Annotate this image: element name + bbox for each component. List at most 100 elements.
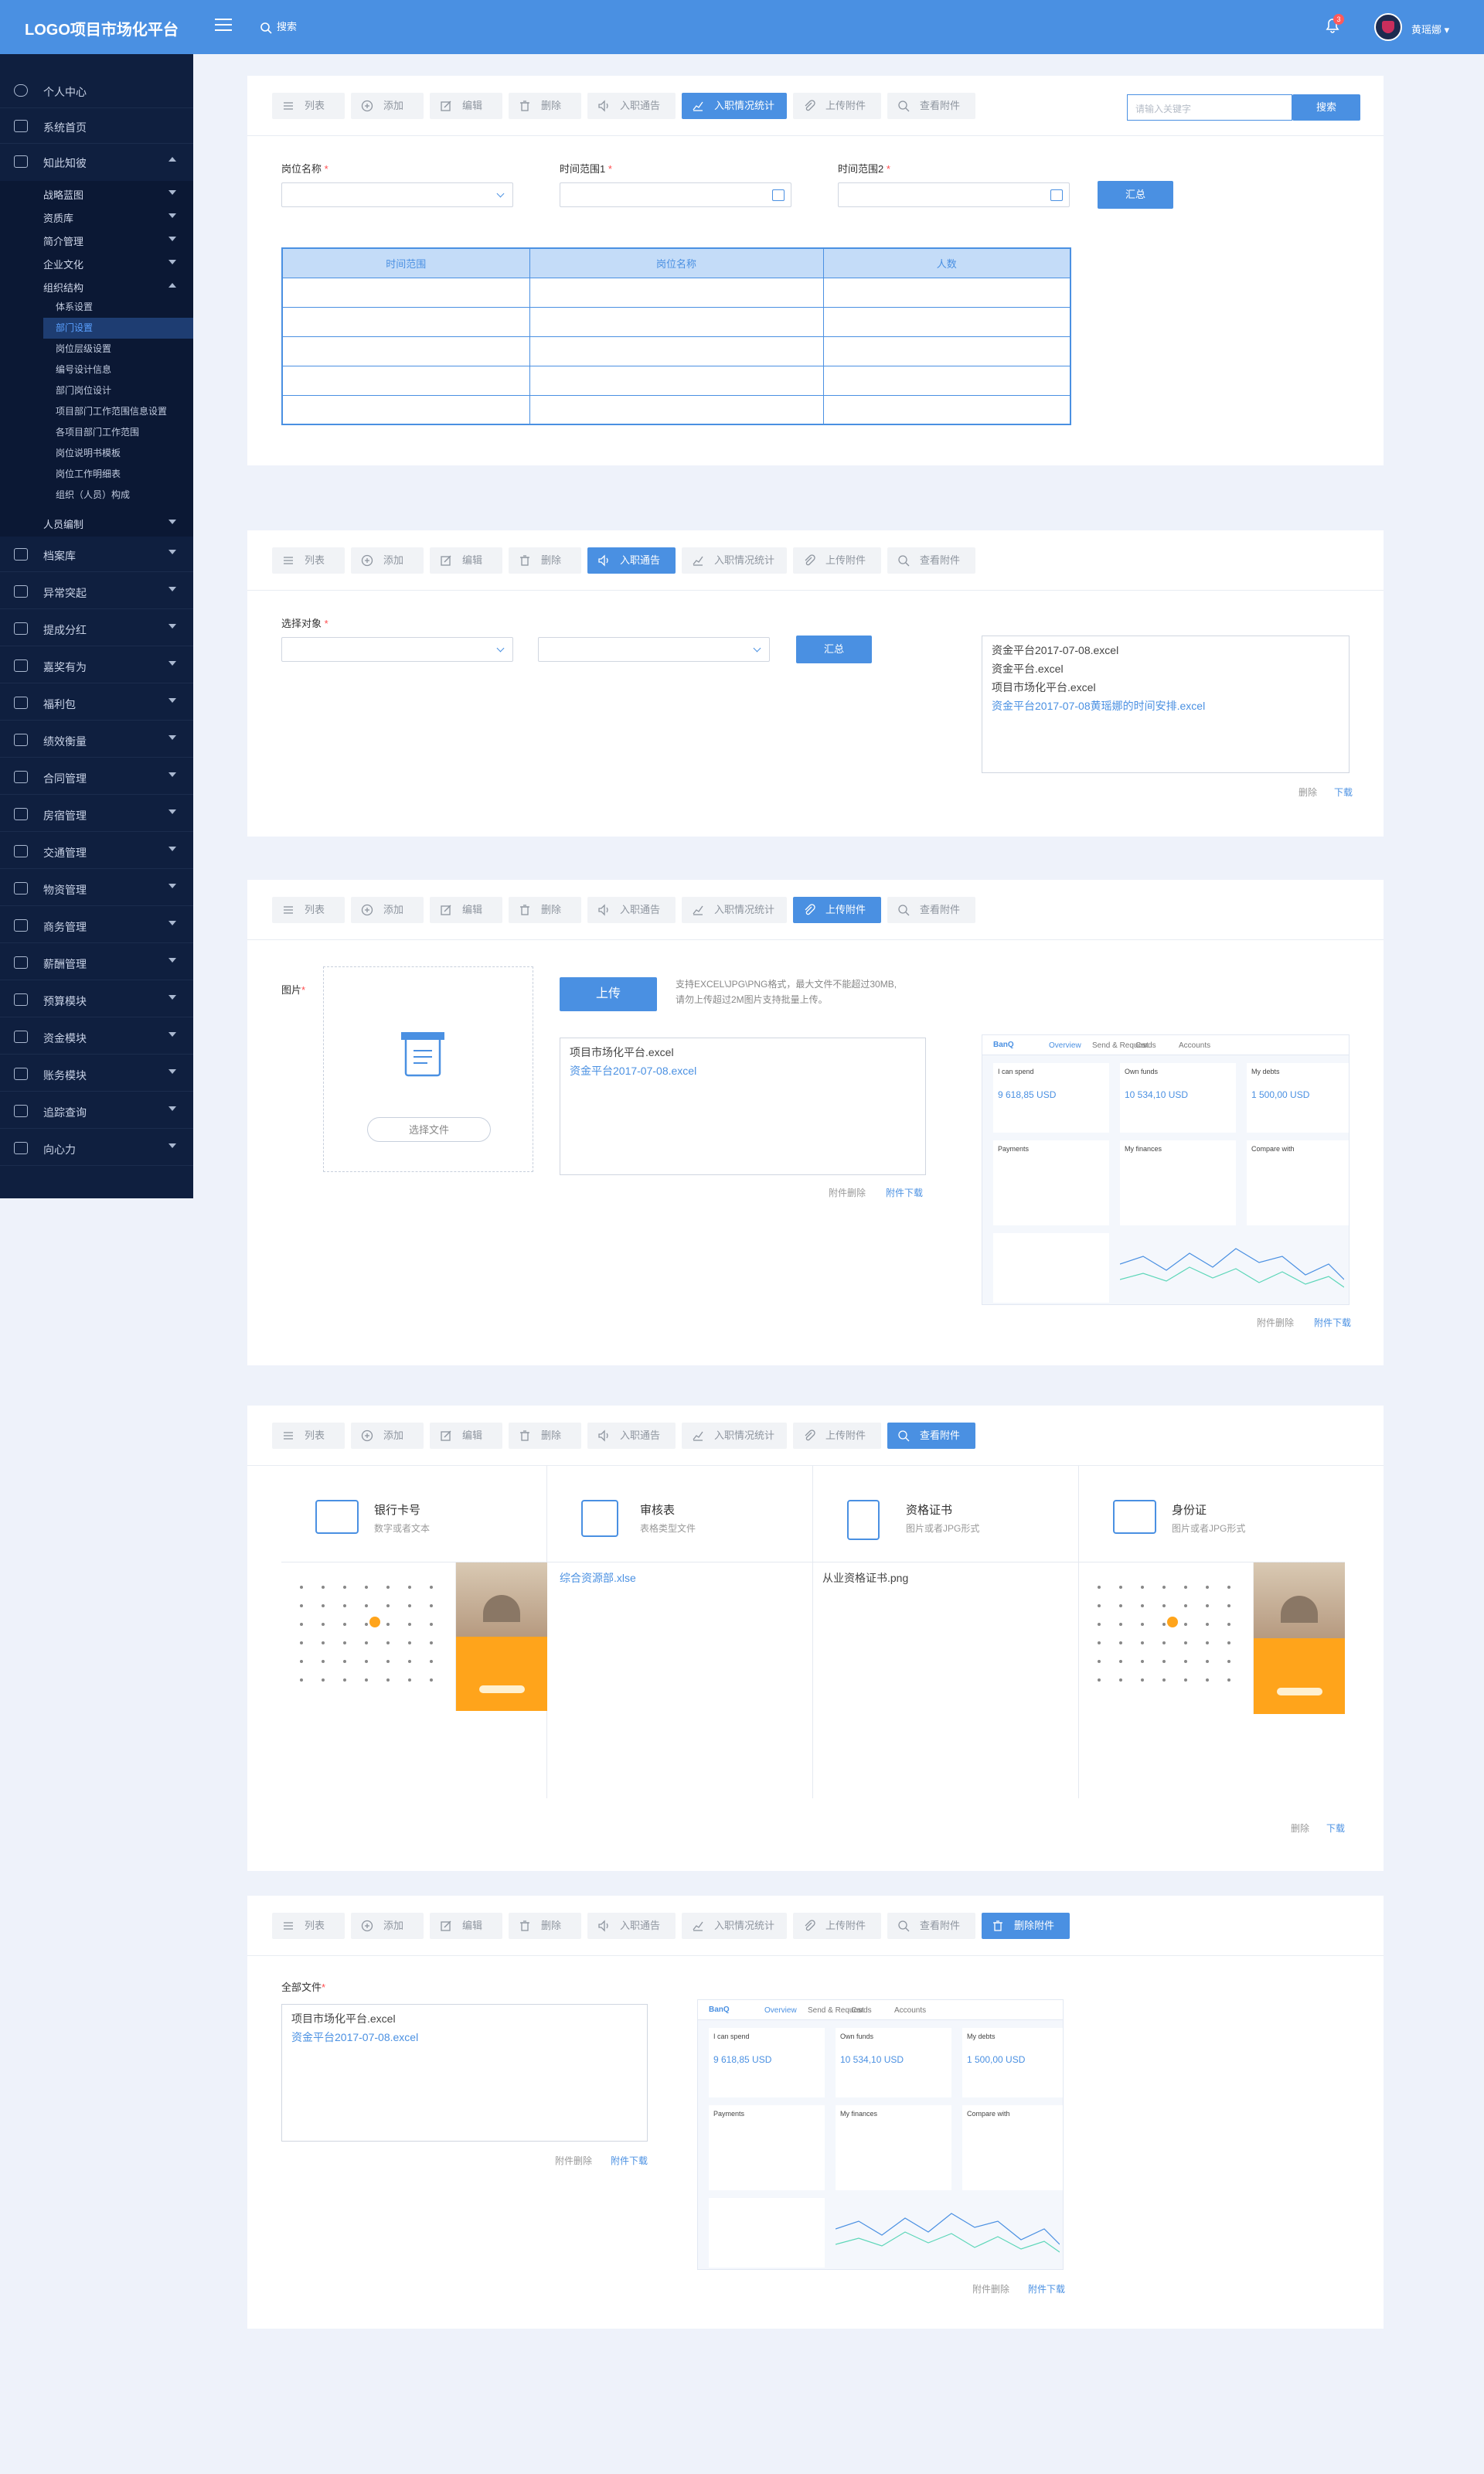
sidebar-org-level[interactable]: 岗位层级设置: [43, 339, 193, 360]
stats-button[interactable]: 入职情况统计: [682, 547, 787, 574]
notification-bell-icon[interactable]: 3: [1324, 14, 1344, 36]
edit-button[interactable]: 编辑: [430, 93, 502, 119]
sidebar-org-numbering[interactable]: 编号设计信息: [43, 360, 193, 380]
attachment-delete-link[interactable]: 附件删除: [972, 2282, 1009, 2295]
delete-button[interactable]: 删除: [509, 93, 581, 119]
sidebar-sub-profile[interactable]: 简介管理: [43, 233, 83, 248]
calendar-preview-image[interactable]: [281, 1562, 456, 1711]
upload-attachment-button[interactable]: 上传附件: [793, 1423, 881, 1449]
file-item[interactable]: 资金平台.excel: [992, 659, 1339, 678]
file-item[interactable]: 资金平台2017-07-08.excel: [992, 641, 1339, 659]
view-attachment-button[interactable]: 查看附件: [887, 93, 975, 119]
sidebar-org-scope[interactable]: 各项目部门工作范围: [43, 422, 193, 443]
sidebar-item-anomaly[interactable]: 异常突起: [0, 574, 193, 609]
list-button[interactable]: 列表: [272, 897, 345, 923]
delete-link[interactable]: 删除: [1298, 785, 1317, 799]
add-button[interactable]: 添加: [351, 93, 424, 119]
sidebar-item-housing[interactable]: 房宿管理: [0, 796, 193, 832]
sidebar-item-knowledge[interactable]: 知此知彼: [0, 144, 193, 179]
file-link[interactable]: 资金平台2017-07-08黄瑶娜的时间安排.excel: [992, 697, 1339, 715]
list-button[interactable]: 列表: [272, 93, 345, 119]
delete-button[interactable]: 删除: [509, 547, 581, 574]
attachment-delete-link[interactable]: 附件删除: [555, 2154, 592, 2167]
photo-preview-image[interactable]: [456, 1562, 547, 1711]
search-button[interactable]: 搜索: [1292, 94, 1360, 121]
sidebar-item-salary[interactable]: 薪酬管理: [0, 945, 193, 980]
stats-button[interactable]: 入职情况统计: [682, 1423, 787, 1449]
stats-button[interactable]: 入职情况统计: [682, 897, 787, 923]
view-attachment-button[interactable]: 查看附件: [887, 547, 975, 574]
sidebar-sub-qualification[interactable]: 资质库: [43, 210, 73, 225]
download-link[interactable]: 下载: [1326, 1821, 1345, 1835]
time-range1-picker[interactable]: [560, 182, 791, 207]
file-item[interactable]: 项目市场化平台.excel: [570, 1043, 916, 1062]
upload-attachment-button[interactable]: 上传附件: [793, 93, 881, 119]
download-link[interactable]: 下载: [1334, 785, 1353, 799]
upload-button[interactable]: 上传: [560, 977, 657, 1011]
sidebar-item-cohesion[interactable]: 向心力: [0, 1130, 193, 1166]
edit-button[interactable]: 编辑: [430, 897, 502, 923]
attachment-download-link[interactable]: 附件下载: [1028, 2282, 1065, 2295]
sidebar-item-home[interactable]: 系统首页: [0, 108, 193, 144]
audit-file-link[interactable]: 综合资源部.xlse: [560, 1570, 636, 1586]
attachment-preview-image[interactable]: BanQ Overview Send & Request Cards Accounts I…: [697, 1999, 1064, 2270]
notice-button[interactable]: 入职通告: [587, 93, 676, 119]
sidebar-item-bonus[interactable]: 提成分红: [0, 611, 193, 646]
target-select-1[interactable]: [281, 637, 513, 662]
notice-button[interactable]: 入职通告: [587, 1913, 676, 1939]
menu-toggle-icon[interactable]: [215, 19, 232, 32]
cert-file-name[interactable]: 从业资格证书.png: [822, 1570, 908, 1586]
sidebar-item-tracking[interactable]: 追踪查询: [0, 1093, 193, 1129]
image-upload-area[interactable]: 选择文件: [323, 966, 533, 1172]
view-attachment-button[interactable]: 查看附件: [887, 1423, 975, 1449]
add-button[interactable]: 添加: [351, 897, 424, 923]
sidebar-item-welfare[interactable]: 福利包: [0, 685, 193, 721]
sidebar-item-accounts[interactable]: 账务模块: [0, 1056, 193, 1092]
search-input[interactable]: 请输入关键字: [1127, 94, 1292, 121]
calendar-preview-image[interactable]: [1079, 1562, 1254, 1714]
add-button[interactable]: 添加: [351, 1913, 424, 1939]
view-attachment-button[interactable]: 查看附件: [887, 897, 975, 923]
list-button[interactable]: 列表: [272, 1423, 345, 1449]
sidebar-sub-staffing[interactable]: 人员编制: [43, 516, 83, 531]
sidebar-item-award[interactable]: 嘉奖有为: [0, 648, 193, 683]
user-avatar[interactable]: [1374, 13, 1402, 41]
header-search[interactable]: 搜索: [260, 19, 297, 34]
sidebar-item-business[interactable]: 商务管理: [0, 908, 193, 943]
attachment-delete-link[interactable]: 附件删除: [1257, 1316, 1294, 1329]
file-item[interactable]: 项目市场化平台.excel: [291, 2009, 638, 2028]
add-button[interactable]: 添加: [351, 1423, 424, 1449]
sidebar-org-composition[interactable]: 组织（人员）构成: [43, 485, 193, 506]
delete-attachment-button[interactable]: 删除附件: [982, 1913, 1070, 1939]
edit-button[interactable]: 编辑: [430, 547, 502, 574]
delete-button[interactable]: 删除: [509, 897, 581, 923]
time-range2-picker[interactable]: [838, 182, 1070, 207]
sidebar-org-department[interactable]: 部门设置: [43, 318, 193, 339]
choose-file-button[interactable]: 选择文件: [367, 1117, 491, 1142]
attachment-download-link[interactable]: 附件下载: [1314, 1316, 1351, 1329]
user-name[interactable]: 黄瑶娜 ▾: [1411, 22, 1449, 36]
sidebar-item-contract[interactable]: 合同管理: [0, 759, 193, 795]
sidebar-org-job-template[interactable]: 岗位说明书模板: [43, 443, 193, 464]
attachment-preview-image[interactable]: BanQ Overview Send & Request Cards Accounts I…: [982, 1034, 1350, 1305]
stats-button[interactable]: 入职情况统计: [682, 1913, 787, 1939]
sidebar-item-transport[interactable]: 交通管理: [0, 833, 193, 869]
target-select-2[interactable]: [538, 637, 770, 662]
sidebar-item-performance[interactable]: 绩效衡量: [0, 722, 193, 758]
delete-button[interactable]: 删除: [509, 1423, 581, 1449]
sidebar-item-budget[interactable]: 预算模块: [0, 982, 193, 1017]
file-item-link[interactable]: 资金平台2017-07-08.excel: [570, 1062, 916, 1080]
file-item[interactable]: 项目市场化平台.excel: [992, 678, 1339, 697]
upload-attachment-button[interactable]: 上传附件: [793, 897, 881, 923]
sidebar-item-funds[interactable]: 资金模块: [0, 1019, 193, 1055]
sidebar-item-personal-center[interactable]: 个人中心: [0, 73, 193, 108]
stats-button[interactable]: 入职情况统计: [682, 93, 787, 119]
sidebar-sub-strategy[interactable]: 战略蓝图: [43, 187, 83, 202]
delete-button[interactable]: 删除: [509, 1913, 581, 1939]
add-button[interactable]: 添加: [351, 547, 424, 574]
upload-attachment-button[interactable]: 上传附件: [793, 547, 881, 574]
sidebar-sub-org[interactable]: 组织结构: [43, 280, 83, 295]
edit-button[interactable]: 编辑: [430, 1423, 502, 1449]
attachment-download-link[interactable]: 附件下载: [611, 2154, 648, 2167]
delete-link[interactable]: 删除: [1291, 1821, 1309, 1835]
